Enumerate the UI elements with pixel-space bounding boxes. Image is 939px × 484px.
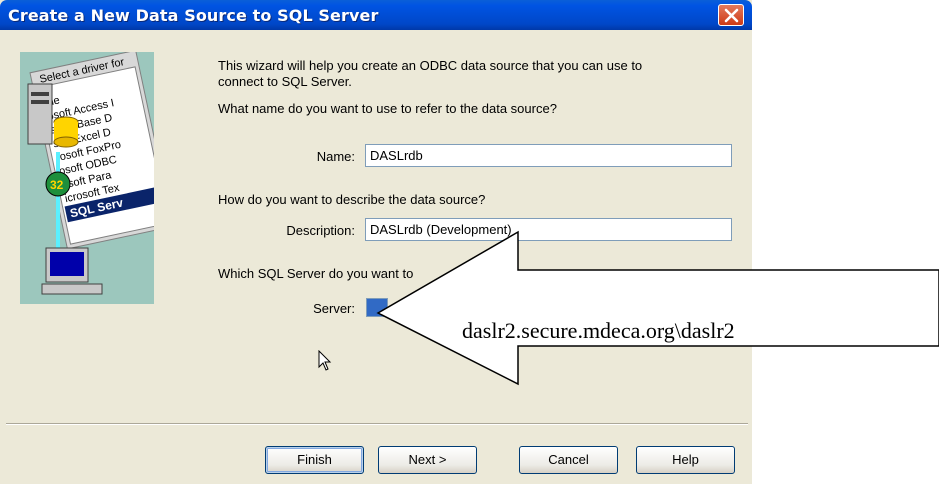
- name-input[interactable]: DASLrdb: [365, 144, 732, 167]
- close-icon: [724, 8, 739, 23]
- name-label: Name:: [316, 149, 355, 164]
- title-bar[interactable]: Create a New Data Source to SQL Server: [0, 0, 752, 30]
- badge-32: 32: [50, 178, 64, 192]
- server-question: Which SQL Server do you want to: [218, 266, 414, 281]
- next-button[interactable]: Next >: [378, 446, 477, 474]
- server-combobox[interactable]: [366, 298, 388, 317]
- separator-highlight: [6, 424, 748, 425]
- intro-text-line1: This wizard will help you create an ODBC…: [218, 58, 643, 73]
- description-input[interactable]: DASLrdb (Development): [365, 218, 732, 241]
- cancel-button[interactable]: Cancel: [519, 446, 618, 474]
- description-question: How do you want to describe the data sou…: [218, 192, 486, 207]
- help-button[interactable]: Help: [636, 446, 735, 474]
- description-label: Description:: [286, 223, 355, 238]
- wizard-dialog: Create a New Data Source to SQL Server S…: [0, 0, 752, 484]
- window-title: Create a New Data Source to SQL Server: [8, 6, 379, 25]
- mouse-cursor-icon: [318, 350, 332, 371]
- close-button[interactable]: [718, 4, 744, 26]
- annotation-callout-text: daslr2.secure.mdeca.org\daslr2: [462, 318, 735, 343]
- server-label: Server:: [313, 301, 355, 316]
- wizard-illustration: Select a driver for me osoft Access I so…: [20, 49, 174, 304]
- finish-button[interactable]: Finish: [265, 446, 364, 474]
- intro-text-line2: connect to SQL Server.: [218, 74, 352, 89]
- name-question: What name do you want to use to refer to…: [218, 101, 557, 116]
